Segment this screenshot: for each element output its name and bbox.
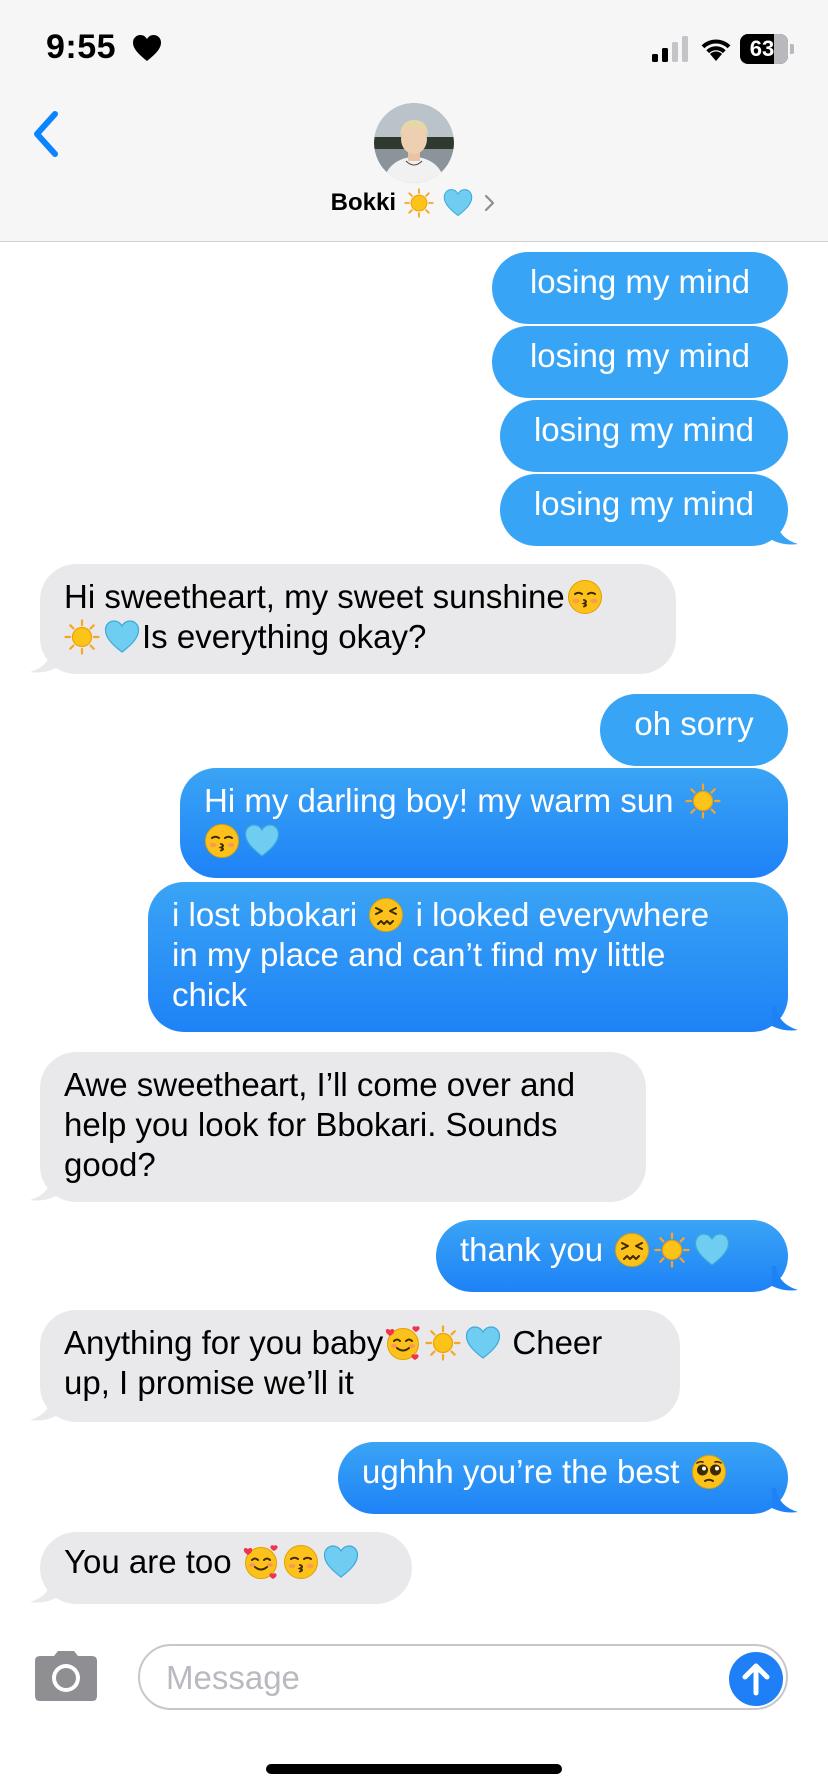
battery-icon: 63 [740,34,794,64]
outgoing-message[interactable]: losing my mind [492,252,788,324]
conversation-header: 9:55 63 Bokki [0,0,828,242]
outgoing-message[interactable]: losing my mind [492,326,788,398]
send-arrow-icon [742,1663,770,1696]
sun-emoji [64,619,100,655]
contact-details-button[interactable]: Bokki [0,188,828,228]
bubble-tail [772,1266,798,1291]
outgoing-message[interactable]: losing my mind [500,400,788,472]
light-blue-heart-emoji [104,620,140,653]
chevron-left-icon [34,111,58,157]
send-button[interactable] [729,1652,783,1706]
light-blue-heart-emoji [323,1545,358,1578]
kissing-face-emoji [567,579,603,615]
message-field[interactable] [138,1644,788,1710]
camera-button[interactable] [34,1650,98,1702]
outgoing-message[interactable]: oh sorry [600,694,788,766]
avatar[interactable] [374,103,454,183]
outgoing-message[interactable]: Hi my darling boy! my warm sun [180,768,788,878]
outgoing-message[interactable]: ughhh you’re the best [338,1442,788,1514]
back-button[interactable] [28,108,66,160]
smiling-face-with-hearts-emoji [242,1544,279,1580]
camera-icon [35,1651,97,1701]
sun-emoji [404,188,435,218]
sun-emoji [654,1232,690,1268]
bubble-tail [30,1578,56,1603]
outgoing-message[interactable]: i lost bbokari i looked everywhere in my… [148,882,788,1032]
message-input[interactable] [166,1656,706,1700]
bubble-tail [30,648,56,673]
incoming-message[interactable]: Anything for you baby Cheer up, I promis… [40,1310,680,1422]
outgoing-message[interactable]: thank you [436,1220,788,1292]
battery-level: 63 [749,36,775,61]
bubble-tail [30,1176,56,1201]
kissing-face-emoji [283,1544,319,1580]
sun-emoji [425,1325,461,1361]
smiling-face-with-hearts-emoji [385,1325,421,1361]
incoming-message[interactable]: You are too [40,1532,412,1604]
contact-name: Bokki [330,189,396,216]
heart-icon [133,35,161,61]
signal-icon [652,36,688,62]
light-blue-heart-emoji [466,1326,501,1359]
incoming-message[interactable]: Awe sweetheart, I’ll come over and help … [40,1052,646,1202]
bubble-tail [772,1488,798,1513]
home-indicator [266,1764,562,1774]
confounded-face-emoji [614,1232,650,1268]
light-blue-heart-emoji [695,1233,730,1266]
bubble-tail [772,520,798,545]
kissing-face-emoji [204,823,240,859]
light-blue-heart-emoji [443,189,473,216]
pleading-face-emoji [691,1454,727,1490]
bubble-tail [772,1006,798,1031]
chevron-right-icon [485,194,495,212]
outgoing-message[interactable]: losing my mind [500,474,788,546]
sun-emoji [685,783,721,819]
confounded-face-emoji [368,897,404,933]
wifi-icon [701,39,731,61]
status-time: 9:55 [46,28,117,66]
incoming-message[interactable]: Hi sweetheart, my sweet sunshine Is ever… [40,564,676,674]
light-blue-heart-emoji [244,824,280,857]
bubble-tail [30,1396,56,1421]
